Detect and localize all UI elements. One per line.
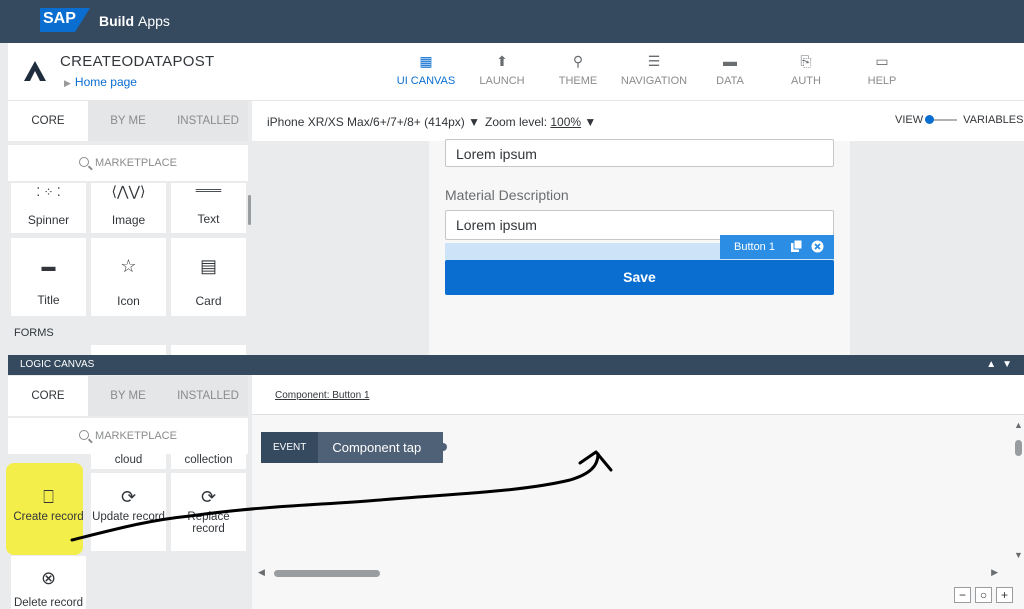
brush-icon: ⚲ — [572, 53, 584, 69]
chat-icon: ▭ — [875, 53, 889, 69]
logic-marketplace-link[interactable]: MARKETPLACE — [8, 418, 248, 454]
flow-function-partial[interactable]: collection — [171, 454, 246, 469]
scroll-down-icon[interactable]: ▼ — [1014, 550, 1023, 560]
zoom-select[interactable]: Zoom level: 100% ▼ — [485, 115, 596, 129]
function-delete-record[interactable]: ⊗ Delete record — [11, 556, 86, 609]
caret-right-icon: ▶ — [64, 78, 71, 88]
update-record-icon: ⟳ — [120, 487, 137, 507]
zoom-controls: − ○ + — [954, 587, 1013, 603]
function-create-record[interactable]: ⎕ Create record — [11, 473, 86, 551]
phone-preview: Lorem ipsum Material Description Lorem i… — [429, 139, 850, 355]
component-partial — [171, 345, 246, 355]
upload-icon: ⬆ — [496, 53, 508, 69]
tab-navigation[interactable]: ☰ NAVIGATION — [616, 43, 692, 101]
device-select[interactable]: iPhone XR/XS Max/6+/7+/8+ (414px) ▼ — [267, 115, 480, 129]
component-image[interactable]: ⟨⋀⋁⟩ Image — [91, 183, 166, 233]
component-spinner[interactable]: ⁚ ⁘ ⁚ Spinner — [11, 183, 86, 233]
close-circle-icon[interactable] — [811, 240, 824, 253]
logic-tab-installed[interactable]: INSTALLED — [168, 376, 248, 416]
zoom-in-button[interactable]: + — [996, 587, 1013, 603]
logic-canvas-header: Component: Button 1 — [252, 375, 1024, 415]
save-button[interactable]: Save — [445, 260, 834, 295]
text-icon: ═══ — [195, 183, 222, 197]
component-title[interactable]: ▬ Title — [11, 238, 86, 316]
ui-marketplace-link[interactable]: MARKETPLACE — [8, 145, 248, 181]
event-node-component-tap[interactable]: EVENT Component tap — [261, 432, 448, 463]
grid-icon: ▦ — [419, 53, 433, 69]
ui-tab-installed[interactable]: INSTALLED — [168, 101, 248, 141]
scroll-up-icon[interactable]: ▲ — [1014, 420, 1023, 430]
event-type-label: EVENT — [261, 432, 319, 463]
caret-down-icon: ▼ — [468, 115, 481, 129]
delete-record-icon: ⊗ — [40, 568, 57, 588]
folder-icon: ▬ — [723, 53, 737, 69]
create-record-icon: ⎕ — [43, 487, 54, 507]
search-icon — [79, 430, 90, 440]
breadcrumb[interactable]: ▶ Home page — [64, 75, 137, 89]
component-text[interactable]: ═══ Text — [171, 183, 246, 233]
top-bar: SAP Build Apps — [0, 0, 1024, 43]
scroll-thumb[interactable] — [1015, 440, 1022, 456]
app-logo-icon — [24, 61, 46, 81]
sap-logo: SAP — [40, 8, 90, 32]
logic-tab-by-me[interactable]: BY ME — [88, 376, 168, 416]
component-partial — [91, 345, 166, 355]
tab-auth[interactable]: ⎘ AUTH — [768, 43, 844, 101]
card-icon: ▤ — [199, 256, 217, 276]
toggle-switch[interactable] — [925, 115, 958, 125]
view-variables-toggle[interactable]: VIEW VARIABLES — [895, 114, 1023, 126]
logic-tab-core[interactable]: CORE — [8, 376, 88, 416]
expand-collapse-icon[interactable]: ▲▼ — [986, 355, 1018, 375]
title-icon: ▬ — [41, 258, 56, 274]
ui-tab-core[interactable]: CORE — [8, 101, 88, 141]
ui-panel-tabs: CORE BY ME INSTALLED — [8, 101, 248, 141]
ui-canvas: Lorem ipsum Material Description Lorem i… — [252, 139, 1024, 355]
logic-canvas-bar: LOGIC CANVAS ▲▼ — [8, 355, 1024, 375]
scroll-thumb[interactable] — [274, 570, 380, 577]
component-icon[interactable]: ☆ Icon — [91, 238, 166, 316]
component-card[interactable]: ▤ Card — [171, 238, 246, 316]
section-forms: FORMS — [14, 327, 54, 339]
code-file-icon: ⎘ — [800, 53, 812, 69]
zoom-reset-button[interactable]: ○ — [975, 587, 992, 603]
copy-icon[interactable] — [790, 240, 803, 253]
tab-launch[interactable]: ⬆ LAUNCH — [464, 43, 540, 101]
app-title: CREATEODATAPOST — [60, 53, 215, 70]
ui-tab-by-me[interactable]: BY ME — [88, 101, 168, 141]
material-description-label: Material Description — [445, 187, 569, 203]
tab-ui-canvas[interactable]: ▦ UI CANVAS — [388, 43, 464, 101]
star-icon: ☆ — [120, 256, 137, 276]
component-link[interactable]: Component: Button 1 — [275, 390, 370, 401]
app-header: CREATEODATAPOST ▶ Home page ▦ UI CANVAS ⬆ L… — [8, 43, 1024, 101]
flow-function-partial[interactable]: cloud — [91, 454, 166, 469]
ui-panel-scrollbar[interactable] — [248, 195, 251, 225]
product-name: Build Apps — [99, 13, 170, 29]
function-replace-record[interactable]: ⟳ Replace record — [171, 473, 246, 551]
selected-component-tag: Button 1 — [720, 235, 834, 259]
logic-canvas: Component: Button 1 EVENT Component tap … — [252, 375, 1024, 609]
scroll-right-icon[interactable]: ▶ — [991, 567, 998, 578]
tab-data[interactable]: ▬ DATA — [692, 43, 768, 101]
event-name-label: Component tap — [318, 432, 448, 463]
canvas-toolbar: iPhone XR/XS Max/6+/7+/8+ (414px) ▼ Zoom… — [252, 101, 1024, 141]
function-update-record[interactable]: ⟳ Update record — [91, 473, 166, 551]
main-nav-tabs: ▦ UI CANVAS ⬆ LAUNCH ⚲ THEME ☰ NAVIGATION ▬ D… — [388, 43, 920, 101]
list-icon: ☰ — [647, 53, 661, 69]
replace-record-icon: ⟳ — [200, 487, 217, 507]
search-icon — [79, 157, 90, 167]
image-icon: ⟨⋀⋁⟩ — [111, 183, 146, 199]
spinner-icon: ⁚ ⁘ ⁚ — [36, 185, 61, 199]
scroll-left-icon[interactable]: ◀ — [258, 567, 265, 578]
tab-theme[interactable]: ⚲ THEME — [540, 43, 616, 101]
tab-help[interactable]: ▭ HELP — [844, 43, 920, 101]
zoom-out-button[interactable]: − — [954, 587, 971, 603]
logic-panel-tabs: CORE BY ME INSTALLED — [8, 376, 248, 416]
text-input-1[interactable]: Lorem ipsum — [445, 139, 834, 167]
horizontal-scrollbar[interactable]: ◀ ▶ — [258, 567, 998, 579]
vertical-scrollbar[interactable]: ▲ ▼ — [1012, 420, 1024, 560]
caret-down-icon: ▼ — [584, 115, 597, 129]
